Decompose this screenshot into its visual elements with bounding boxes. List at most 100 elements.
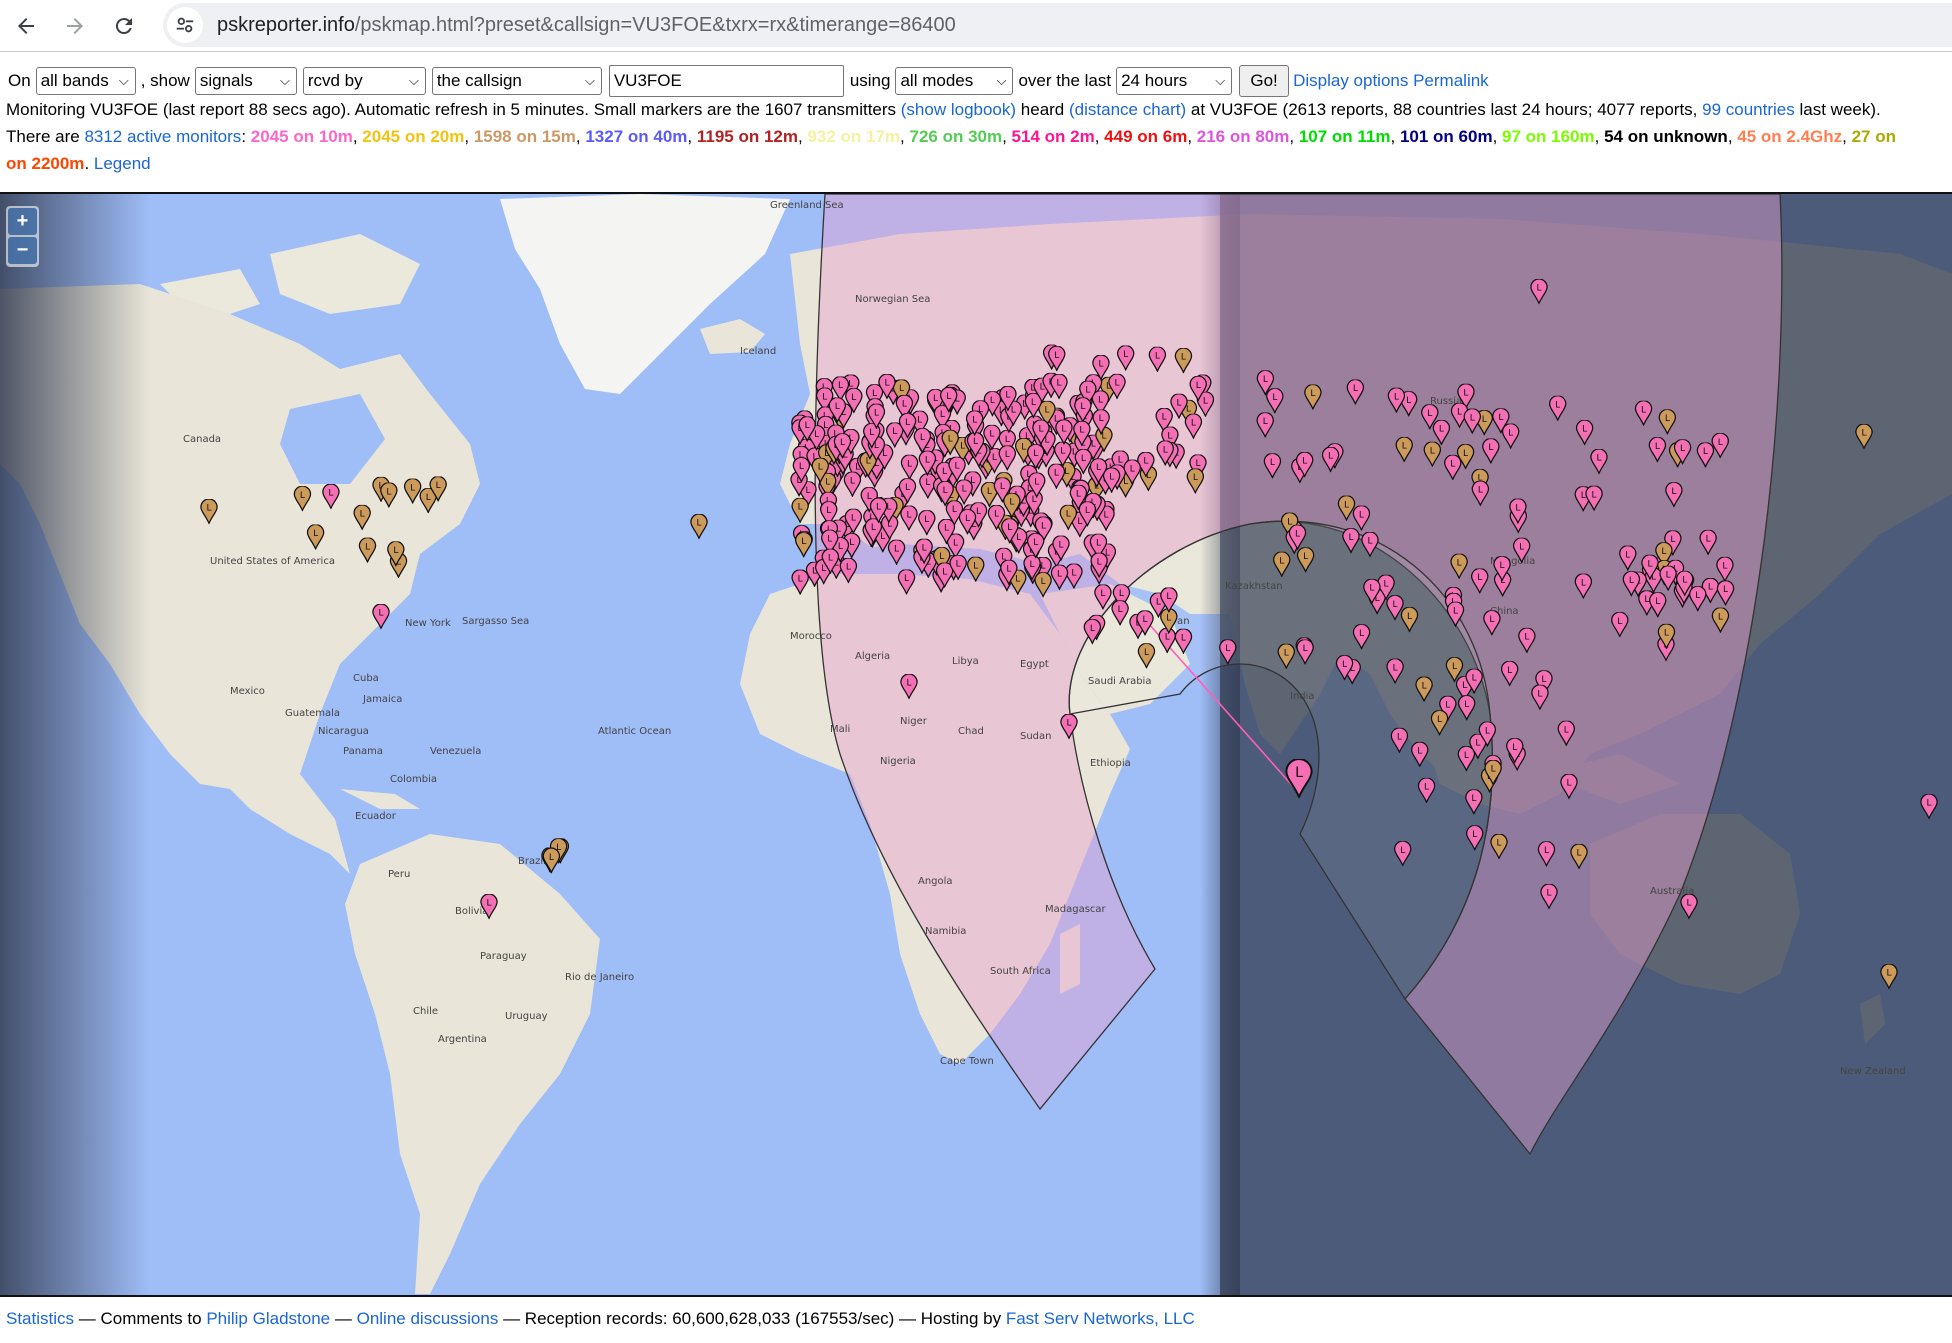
active-monitors-link[interactable]: 8312 active monitors xyxy=(84,127,241,146)
url-text[interactable]: pskreporter.info/pskmap.html?preset&call… xyxy=(217,14,956,37)
label-saudi: Saudi Arabia xyxy=(1088,676,1151,687)
label-mali: Mali xyxy=(830,724,850,735)
forward-button[interactable] xyxy=(55,6,95,46)
fast-serv-link[interactable]: Fast Serv Networks, LLC xyxy=(1006,1309,1195,1328)
label-libya: Libya xyxy=(952,656,979,667)
band-count: 1327 on 40m xyxy=(585,127,688,146)
label-algeria: Algeria xyxy=(855,651,890,662)
label-iceland: Iceland xyxy=(740,346,776,357)
zoom-in-button[interactable]: + xyxy=(8,208,37,235)
page-footer: Statistics — Comments to Philip Gladston… xyxy=(6,1309,1195,1329)
label-new-zealand: New Zealand xyxy=(1840,1066,1906,1077)
label-mexico: Mexico xyxy=(230,686,265,697)
label-panama: Panama xyxy=(343,746,383,757)
night-shade-west xyxy=(0,194,150,1295)
label-sudan: Sudan xyxy=(1020,731,1052,742)
on-label: On xyxy=(8,71,31,90)
display-options-link[interactable]: Display options xyxy=(1293,71,1408,91)
chevron-down-icon: ⌵ xyxy=(1215,73,1226,88)
status-text-3: at VU3FOE (2613 reports, 88 countries la… xyxy=(1190,100,1698,119)
reload-button[interactable] xyxy=(104,6,144,46)
legend-link[interactable]: Legend xyxy=(94,154,151,173)
go-button[interactable]: Go! xyxy=(1239,65,1290,97)
label-cape-town: Cape Town xyxy=(940,1056,994,1067)
show-select-value: signals xyxy=(199,71,253,90)
label-colombia: Colombia xyxy=(390,774,437,785)
band-select[interactable]: all bands ⌵ xyxy=(35,67,136,95)
station-marker[interactable] xyxy=(542,848,561,874)
label-namibia: Namibia xyxy=(925,926,966,937)
station-marker[interactable] xyxy=(794,532,813,558)
callsign-input[interactable] xyxy=(608,65,844,97)
time-select-value: 24 hours xyxy=(1121,71,1188,90)
monitors-prefix: There are xyxy=(6,127,80,146)
zoom-control: + − xyxy=(6,206,39,267)
footer-text-2: — xyxy=(334,1309,352,1328)
show-label: , show xyxy=(140,71,190,90)
status-text-4: last week). xyxy=(1799,100,1881,119)
band-count: 45 on 2.4Ghz xyxy=(1737,127,1843,146)
label-ethiopia: Ethiopia xyxy=(1090,758,1131,769)
band-count-2200m: on 2200m xyxy=(6,154,85,173)
direction-select-value: rcvd by xyxy=(307,71,363,90)
status-text-2: heard xyxy=(1020,100,1065,119)
time-select[interactable]: 24 hours ⌵ xyxy=(1116,67,1233,95)
band-count: 726 on 30m xyxy=(909,127,1003,146)
mode-select-value: all modes xyxy=(900,71,974,90)
band-count: 514 on 2m xyxy=(1011,127,1095,146)
label-sargasso: Sargasso Sea xyxy=(462,616,529,627)
zoom-out-button[interactable]: − xyxy=(8,237,37,264)
target-select[interactable]: the callsign ⌵ xyxy=(431,67,602,95)
map-canvas[interactable]: L xyxy=(0,194,1952,1295)
query-controls: On all bands ⌵ , show signals ⌵ rcvd by ⌵ t… xyxy=(6,64,1946,98)
label-venezuela: Venezuela xyxy=(430,746,481,757)
site-info-icon[interactable] xyxy=(167,7,203,43)
mode-select[interactable]: all modes ⌵ xyxy=(895,67,1014,95)
station-marker[interactable] xyxy=(690,514,708,539)
distance-chart-link[interactable]: (distance chart) xyxy=(1069,100,1186,119)
statistics-link[interactable]: Statistics xyxy=(6,1309,74,1328)
browser-toolbar: pskreporter.info/pskmap.html?preset&call… xyxy=(0,0,1952,52)
active-monitors-line-2: on 2200m. Legend xyxy=(6,154,151,173)
address-bar[interactable]: pskreporter.info/pskmap.html?preset&call… xyxy=(163,3,1952,47)
band-count: 2045 on 20m xyxy=(362,127,465,146)
label-paraguay: Paraguay xyxy=(480,951,527,962)
target-select-value: the callsign xyxy=(436,71,522,90)
online-discussions-link[interactable]: Online discussions xyxy=(357,1309,499,1328)
back-button[interactable] xyxy=(6,6,46,46)
philip-gladstone-link[interactable]: Philip Gladstone xyxy=(206,1309,330,1328)
band-count: 97 on 160m xyxy=(1502,127,1595,146)
band-count: 54 on unknown xyxy=(1604,127,1728,146)
label-jamaica: Jamaica xyxy=(362,694,402,705)
chevron-down-icon: ⌵ xyxy=(996,73,1007,88)
monitoring-status: Monitoring VU3FOE (last report 88 secs a… xyxy=(6,100,1881,120)
band-count: 101 on 60m xyxy=(1399,127,1493,146)
label-nigeria: Nigeria xyxy=(880,756,916,767)
over-label: over the last xyxy=(1018,71,1112,90)
label-morocco: Morocco xyxy=(790,631,832,642)
band-count: 1195 on 12m xyxy=(696,127,798,146)
permalink-link[interactable]: Permalink xyxy=(1413,71,1489,91)
band-select-value: all bands xyxy=(40,71,109,90)
band-count: 27 on xyxy=(1851,127,1896,146)
active-monitors-line: There are 8312 active monitors: 2045 on … xyxy=(6,127,1896,147)
countries-link[interactable]: 99 countries xyxy=(1702,100,1795,119)
show-select[interactable]: signals ⌵ xyxy=(194,67,297,95)
direction-select[interactable]: rcvd by ⌵ xyxy=(302,67,426,95)
monitors-colon: : xyxy=(241,127,247,146)
band-count: 216 on 80m xyxy=(1196,127,1290,146)
label-angola: Angola xyxy=(918,876,953,887)
show-logbook-link[interactable]: (show logbook) xyxy=(901,100,1016,119)
chevron-down-icon: ⌵ xyxy=(118,73,129,88)
label-south-africa: South Africa xyxy=(990,966,1051,977)
band-count-list: 2045 on 10m, 2045 on 20m, 1598 on 15m, 1… xyxy=(250,127,1896,146)
label-peru: Peru xyxy=(388,869,410,880)
label-norwegian-sea: Norwegian Sea xyxy=(855,294,930,305)
chevron-down-icon: ⌵ xyxy=(584,73,595,88)
label-kazakhstan: Kazakhstan xyxy=(1225,581,1283,592)
status-text-1: Monitoring VU3FOE (last report 88 secs a… xyxy=(6,100,897,119)
label-chile: Chile xyxy=(413,1006,438,1017)
reception-map[interactable]: L xyxy=(0,192,1952,1297)
url-path: /pskmap.html?preset&callsign=VU3FOE&txrx… xyxy=(354,13,956,36)
footer-text-1: — Comments to xyxy=(78,1309,202,1328)
